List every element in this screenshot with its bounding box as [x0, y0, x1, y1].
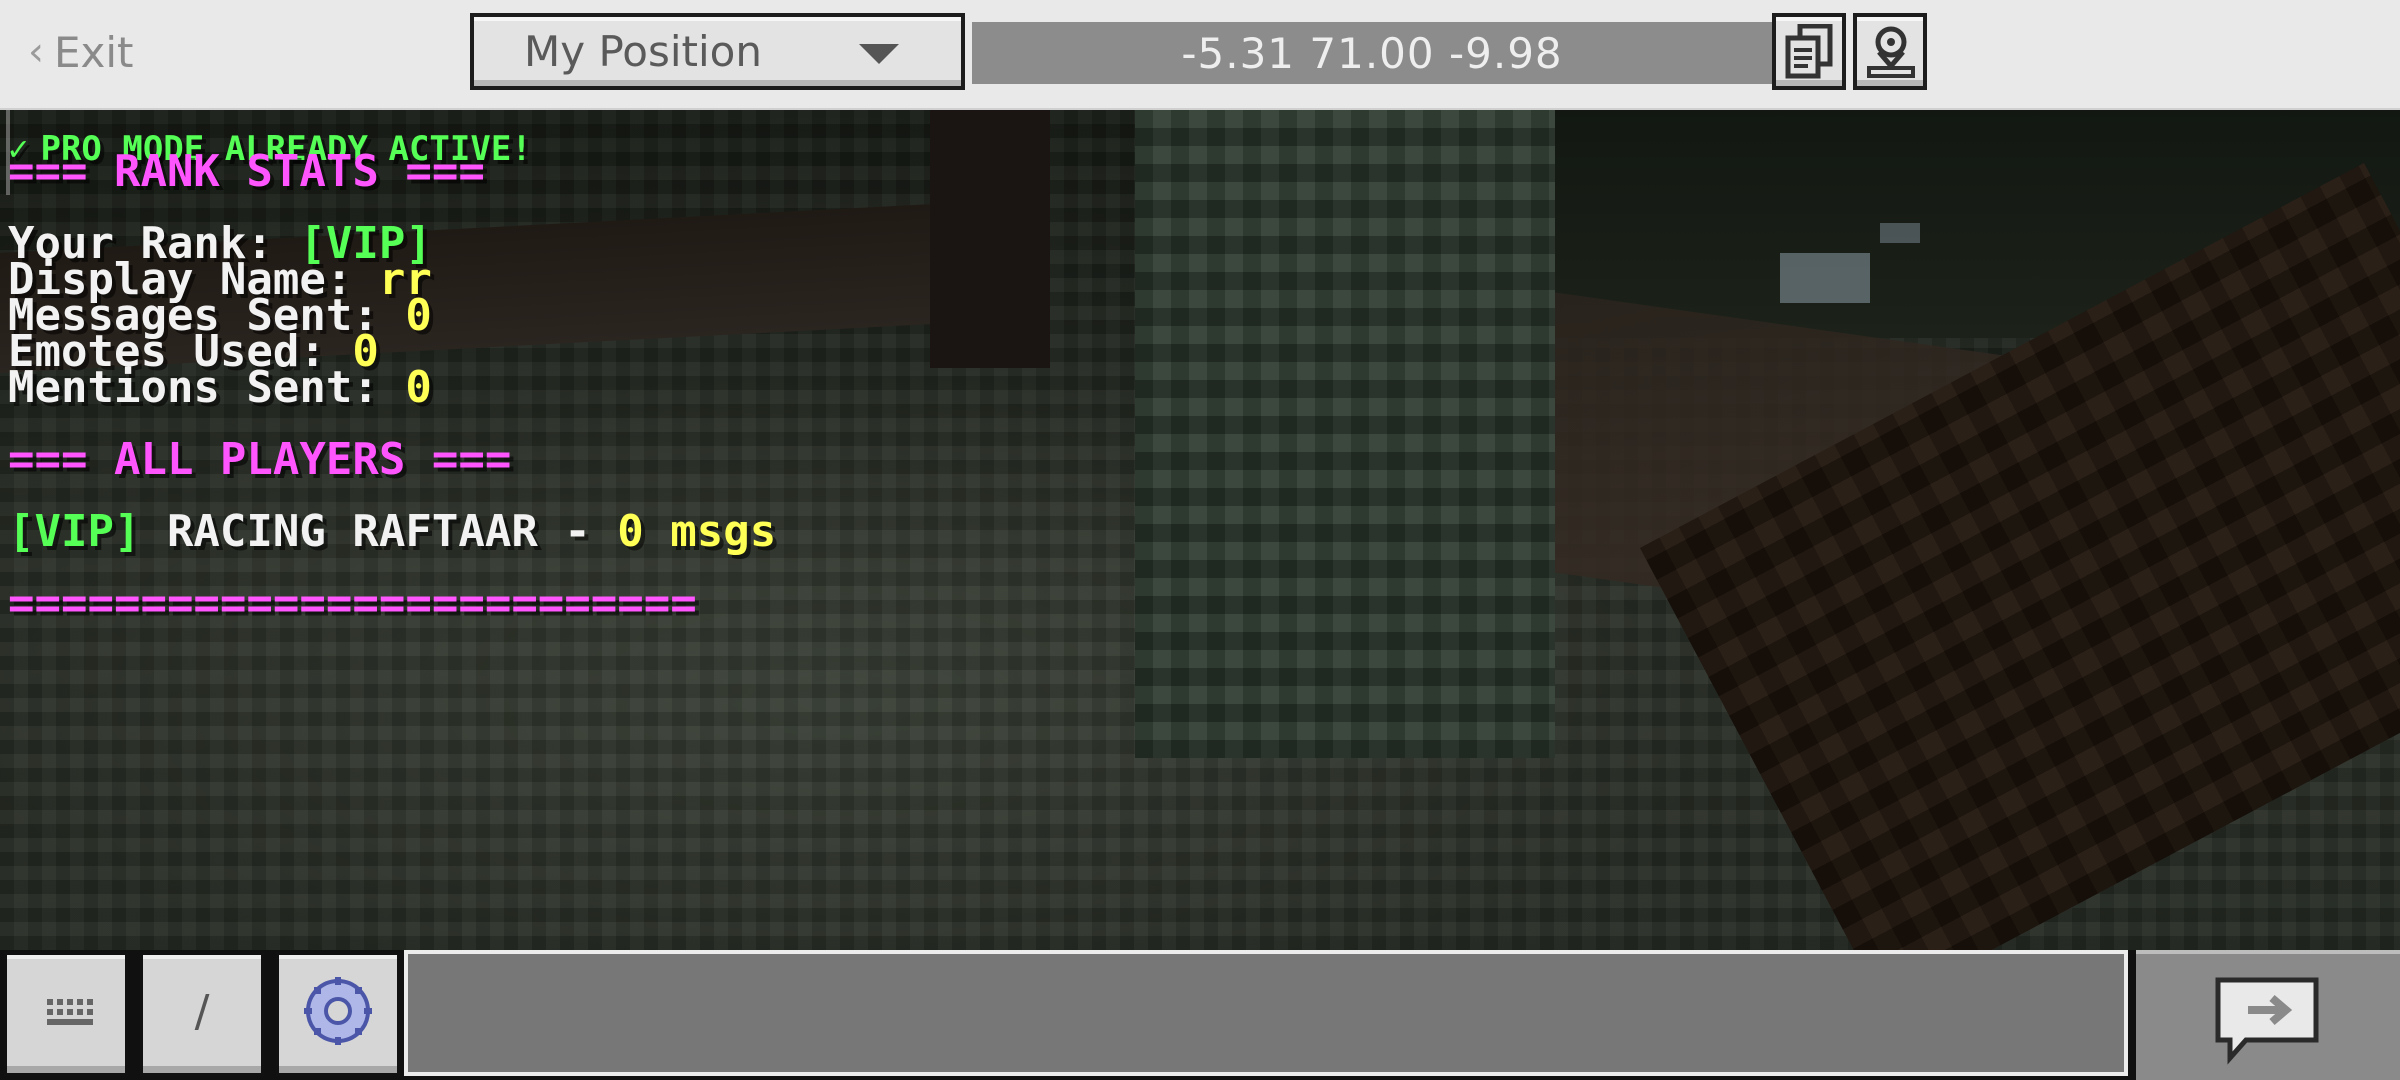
chat-divider: ========================== [8, 578, 697, 629]
tree-trunk [930, 108, 1050, 368]
copy-coordinates-button[interactable] [1772, 13, 1846, 90]
rank-stats-header: === RANK STATS === [8, 146, 485, 197]
mentions-sent-value: 0 [405, 362, 432, 413]
messages-sent-value: 0 [405, 290, 432, 341]
coordinates-icon [1867, 26, 1915, 78]
position-dropdown-value: My Position [524, 27, 762, 76]
player-rank: [VIP] [8, 506, 141, 557]
tree-trunk [1135, 108, 1555, 758]
all-players-header: === ALL PLAYERS === [8, 434, 512, 485]
chevron-left-icon: ‹ [28, 29, 44, 75]
snow-patch [1880, 223, 1920, 243]
keyboard-icon [47, 999, 93, 1025]
send-icon [2215, 977, 2319, 1065]
coordinates-button[interactable] [1853, 13, 1927, 90]
coordinates-value: -5.31 71.00 -9.98 [1181, 28, 1563, 78]
copy-coordinates-icon [1785, 24, 1833, 79]
snow-patch [1780, 253, 1870, 303]
slash-label: / [194, 985, 210, 1037]
emote-button[interactable] [276, 952, 400, 1076]
caret-down-icon [859, 44, 899, 64]
chat-input[interactable] [404, 950, 2128, 1076]
mentions-sent-label: Mentions Sent: [8, 362, 406, 413]
player-message-count: 0 [617, 506, 644, 557]
keyboard-button[interactable] [4, 952, 128, 1076]
chat-line-mentions-sent: Mentions Sent: 0 [8, 363, 432, 413]
top-bar: ‹ Exit My Position -5.31 71.00 -9.98 [0, 0, 2400, 110]
exit-label: Exit [54, 27, 134, 77]
player-message-unit: msgs [643, 506, 777, 557]
exit-button[interactable]: ‹ Exit [28, 22, 134, 82]
position-dropdown[interactable]: My Position [470, 13, 965, 90]
slash-command-button[interactable]: / [140, 952, 264, 1076]
player-list-item: [VIP] RACING RAFTAAR - 0 msgs [8, 507, 776, 557]
game-screen: ‹ Exit My Position -5.31 71.00 -9.98 ✓ P… [0, 0, 2400, 1080]
coordinates-display: -5.31 71.00 -9.98 [972, 22, 1772, 84]
send-button[interactable] [2136, 950, 2400, 1080]
emote-icon [304, 977, 372, 1045]
player-name: RACING RAFTAAR - [140, 506, 618, 557]
